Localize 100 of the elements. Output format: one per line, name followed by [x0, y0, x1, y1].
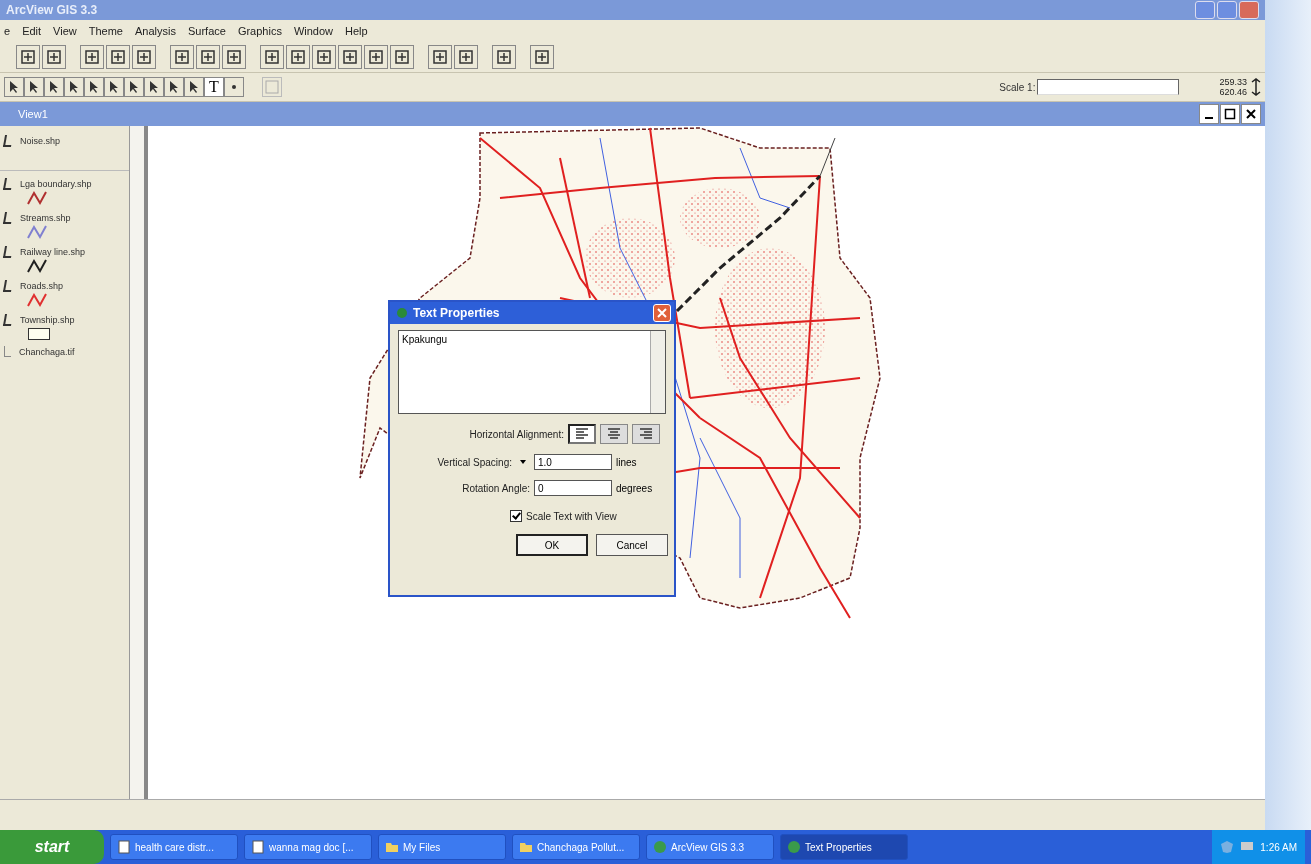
checkbox-label: Scale Text with View: [526, 510, 617, 522]
window-title: ArcView GIS 3.3: [6, 3, 98, 17]
scale-text-checkbox[interactable]: [510, 510, 522, 522]
toolbar-button[interactable]: [24, 77, 44, 97]
layer-checkbox[interactable]: [2, 135, 14, 147]
toolbar-button[interactable]: [364, 45, 388, 69]
menu-item[interactable]: e: [4, 25, 11, 37]
layer-name[interactable]: Lga boundary.shp: [20, 179, 92, 189]
taskbar-button[interactable]: Chanchaga Pollut...: [512, 834, 640, 860]
taskbar-button[interactable]: Text Properties: [780, 834, 908, 860]
maximize-button[interactable]: [1220, 104, 1240, 124]
toolbar-button[interactable]: [390, 45, 414, 69]
toolbar-button[interactable]: [428, 45, 452, 69]
toolbar-button[interactable]: [42, 45, 66, 69]
toolbar-button[interactable]: [286, 45, 310, 69]
toolbar-button[interactable]: [196, 45, 220, 69]
layer-name[interactable]: Streams.shp: [20, 213, 71, 223]
menu-item[interactable]: Surface: [187, 25, 226, 37]
minimize-button[interactable]: [1199, 104, 1219, 124]
dialog-title: Text Properties: [413, 306, 500, 320]
toolbar-button[interactable]: [80, 45, 104, 69]
toolbar-button[interactable]: [144, 77, 164, 97]
close-button[interactable]: [1241, 104, 1261, 124]
toolbar-button[interactable]: [338, 45, 362, 69]
view-title: View1: [18, 108, 48, 120]
menu-item[interactable]: Edit: [22, 25, 42, 37]
layer-name[interactable]: Township.shp: [20, 315, 75, 325]
toolbar-button[interactable]: [222, 45, 246, 69]
alignment-button[interactable]: [568, 424, 596, 444]
menu-item[interactable]: Window: [293, 25, 334, 37]
dialog-button[interactable]: OK: [516, 534, 588, 556]
menu-item[interactable]: Graphics: [237, 25, 282, 37]
text-tool-button[interactable]: T: [204, 77, 224, 97]
tool-icon: [199, 48, 217, 66]
toolbar-button[interactable]: [16, 45, 40, 69]
toolbar-button[interactable]: [4, 77, 24, 97]
toolbar-button[interactable]: [164, 77, 184, 97]
toolbar-button[interactable]: [492, 45, 516, 69]
text-value: Kpakungu: [401, 333, 449, 347]
tool-icon: [135, 48, 153, 66]
tool-icon: [263, 48, 281, 66]
tool-icon: [341, 48, 359, 66]
tool-icon: [83, 48, 101, 66]
layer-name[interactable]: Noise.shp: [20, 136, 61, 146]
layer-checkbox[interactable]: [4, 346, 11, 357]
toolbar-button[interactable]: [184, 77, 204, 97]
folder-icon: [519, 840, 533, 854]
toolbar-button[interactable]: [312, 45, 336, 69]
menu-item[interactable]: View: [53, 25, 77, 37]
layer-checkbox[interactable]: [2, 246, 14, 258]
scrollbar[interactable]: [129, 126, 144, 799]
menu-item[interactable]: Analysis: [135, 25, 176, 37]
dialog-button[interactable]: Cancel: [596, 534, 668, 556]
toolbar-button[interactable]: [44, 77, 64, 97]
taskbar-button[interactable]: My Files: [378, 834, 506, 860]
layer-name[interactable]: Railway line.shp: [20, 247, 86, 257]
coordinate-x: 259.33: [1219, 77, 1247, 87]
layer-checkbox[interactable]: [2, 178, 14, 190]
scale-field[interactable]: [1037, 79, 1180, 95]
rotation-field[interactable]: 0: [534, 480, 612, 496]
layer-checkbox[interactable]: [2, 280, 14, 292]
caret-icon: [519, 458, 527, 466]
tool-icon: [393, 48, 411, 66]
layer-name[interactable]: Roads.shp: [20, 281, 64, 291]
toolbar-button[interactable]: [224, 77, 244, 97]
toolbar-button[interactable]: [106, 45, 130, 69]
text-area[interactable]: Kpakungu: [398, 330, 666, 414]
toolbar-button[interactable]: [132, 45, 156, 69]
menu-item[interactable]: Theme: [88, 25, 123, 37]
align-icon: [607, 428, 621, 440]
tool-icon: [495, 48, 513, 66]
tool-icon: [457, 48, 475, 66]
toolbar-button[interactable]: [170, 45, 194, 69]
toolbar-button[interactable]: [84, 77, 104, 97]
tool-icon: [45, 48, 63, 66]
spacing-field[interactable]: 1.0: [534, 454, 612, 470]
layer-name[interactable]: Chanchaga.tif: [19, 346, 75, 357]
align-icon: [575, 428, 589, 440]
tool-icon: [109, 48, 127, 66]
scrollbar[interactable]: [650, 331, 665, 413]
layer-checkbox[interactable]: [2, 212, 14, 224]
taskbar-button[interactable]: wanna mag doc [...: [244, 834, 372, 860]
taskbar-button[interactable]: ArcView GIS 3.3: [646, 834, 774, 860]
arrows-icon: [1251, 77, 1261, 97]
tool-icon: [431, 48, 449, 66]
tool-icon: [19, 48, 37, 66]
toolbar-button[interactable]: [260, 45, 284, 69]
toolbar-button[interactable]: [530, 45, 554, 69]
minimize-icon: [1205, 117, 1213, 119]
toolbar-button[interactable]: [454, 45, 478, 69]
menu-item[interactable]: Help: [345, 25, 368, 37]
taskbar-button[interactable]: health care distr...: [110, 834, 238, 860]
globe-icon: [787, 840, 801, 854]
clock: 1:26 AM: [1260, 841, 1297, 853]
tool-icon: [173, 48, 191, 66]
toolbar-button[interactable]: [124, 77, 144, 97]
layer-checkbox[interactable]: [2, 314, 14, 326]
start-button[interactable]: start: [0, 830, 104, 864]
toolbar-button[interactable]: [64, 77, 84, 97]
toolbar-button[interactable]: [104, 77, 124, 97]
